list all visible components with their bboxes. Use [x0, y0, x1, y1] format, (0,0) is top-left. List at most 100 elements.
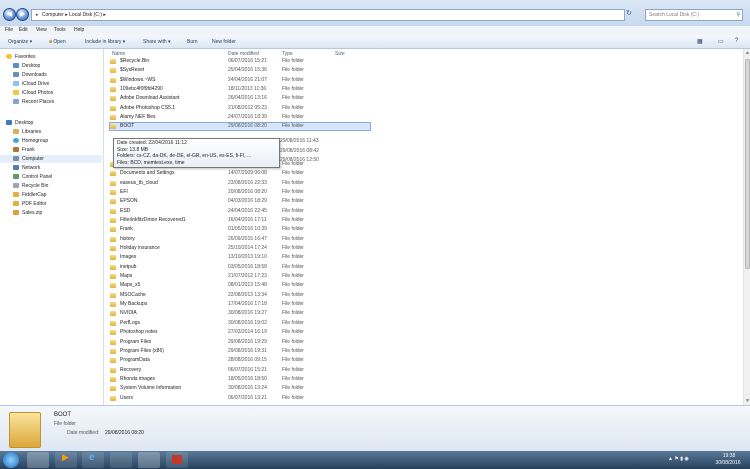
file-type: File folder — [282, 301, 304, 308]
help-icon[interactable]: ? — [735, 38, 738, 44]
forward-button-icon[interactable]: ▶ — [16, 8, 29, 21]
file-row[interactable]: EPSON 04/03/2016 18:29 File folder — [110, 198, 370, 205]
column-header-type[interactable]: Type — [282, 51, 293, 57]
tooltip-files: Files: BCD, memtest.exe, time — [117, 159, 185, 166]
refresh-icon[interactable]: ↻ — [626, 9, 634, 19]
nav-control-panel[interactable]: Control Panel — [13, 173, 52, 181]
file-row[interactable]: Recovery 06/07/2016 15:21 File folder — [110, 367, 370, 374]
nav-recycle-bin[interactable]: Recycle Bin — [13, 182, 48, 190]
burn-button[interactable]: Burn — [187, 39, 198, 45]
file-row[interactable]: NVIDIA 30/08/2016 19:27 File folder — [110, 310, 370, 317]
start-button-icon[interactable] — [3, 452, 19, 468]
file-row[interactable]: easeus_tb_cloud 23/08/2016 22:33 File fold… — [110, 180, 370, 187]
file-row[interactable]: history 26/09/2015 16:47 File folder — [110, 236, 370, 243]
clock-date[interactable]: 30/08/2016 — [712, 460, 744, 466]
scroll-up-icon[interactable]: ▲ — [745, 50, 750, 56]
file-row[interactable]: $Recycle.Bin 06/07/2016 15:21 File folder — [110, 58, 370, 65]
file-row[interactable]: $Windows.~WS 24/04/2016 21:07 File folder — [110, 77, 370, 84]
file-row[interactable]: Users 06/07/2016 13:21 File folder — [110, 395, 370, 402]
file-date: 20/08/2016 08:20 — [228, 188, 267, 195]
file-row[interactable]: $SysReset 25/04/2016 15:36 File folder — [110, 67, 370, 74]
tray-icons[interactable]: ▲ ⚑ ▮ ◉ — [668, 456, 689, 462]
taskbar-ie-icon[interactable]: e — [82, 452, 104, 468]
folder-icon — [110, 115, 116, 121]
menu-file[interactable]: File — [5, 27, 13, 33]
folder-icon — [13, 192, 19, 197]
taskbar-media-player-icon[interactable]: ▶ — [55, 452, 77, 468]
file-row[interactable]: Images 13/10/2013 19:10 File folder — [110, 254, 370, 261]
search-icon[interactable]: ⚲ — [736, 10, 740, 20]
file-row[interactable]: Alamy NEF files 24/07/2016 18:39 File fold… — [110, 114, 370, 121]
file-name: Recovery — [120, 366, 142, 373]
nav-homegroup[interactable]: Homegroup — [13, 137, 48, 145]
file-row[interactable]: Program Files (x86) 29/08/2016 19:31 File … — [110, 348, 370, 355]
nav-libraries[interactable]: Libraries — [13, 128, 41, 136]
file-row[interactable]: 109ebc4f0f9fd4290 18/11/2013 11:36 File fo… — [110, 86, 370, 93]
file-name: history — [120, 235, 135, 242]
file-row[interactable]: Photoshop notes 27/03/2014 16:19 File fold… — [110, 329, 370, 336]
scrollbar-thumb[interactable] — [745, 59, 750, 269]
preview-pane-icon[interactable]: ▭ — [718, 38, 724, 45]
menu-view[interactable]: View — [36, 27, 47, 33]
file-row[interactable]: Program Files 29/08/2016 19:29 File folder — [110, 339, 370, 346]
nav-desktop-fav[interactable]: Desktop — [13, 62, 40, 70]
file-row[interactable]: BOOT 29/08/2016 08:20 File folder — [109, 122, 371, 132]
scroll-down-icon[interactable]: ▼ — [745, 398, 750, 404]
column-header-size[interactable]: Size — [335, 51, 345, 57]
file-row[interactable]: ESD 24/04/2016 22:45 File folder — [110, 208, 370, 215]
open-button[interactable]: ■ Open — [49, 39, 66, 45]
search-input[interactable]: Search Local Disk (C:) ⚲ — [645, 9, 743, 21]
nav-sales-zip[interactable]: Sales.zip — [13, 209, 42, 217]
organize-button[interactable]: Organize ▾ — [8, 39, 32, 45]
nav-fiddlercap[interactable]: FiddlerCap — [13, 191, 46, 199]
file-row[interactable]: Adobe Photoshop CS5.1 21/08/2012 05:23 Fil… — [110, 105, 370, 112]
vertical-scrollbar[interactable]: ▲ ▼ — [743, 49, 750, 405]
include-in-library-button[interactable]: Include in library ▾ — [85, 39, 125, 45]
nav-computer[interactable]: Computer — [0, 155, 102, 163]
file-row[interactable]: EFI 20/08/2016 08:20 File folder — [110, 189, 370, 196]
nav-desktop[interactable]: Desktop — [6, 119, 33, 127]
nav-network[interactable]: Network — [13, 164, 40, 172]
file-row[interactable]: Holiday insurance 25/10/2014 17:24 File fo… — [110, 245, 370, 252]
share-with-button[interactable]: Share with ▾ — [143, 39, 171, 45]
taskbar-red-app-icon[interactable] — [166, 452, 188, 468]
nav-icloud-drive[interactable]: iCloud Drive — [13, 80, 49, 88]
file-row[interactable]: MSOCache 22/08/2013 13:34 File folder — [110, 292, 370, 299]
file-row[interactable]: PerfLogs 30/08/2016 19:02 File folder — [110, 320, 370, 327]
file-row[interactable]: FilterlnkfitzDmon Recovered1 16/04/2016 1… — [110, 217, 370, 224]
taskbar-folder-icon[interactable] — [138, 452, 160, 468]
breadcrumb-local-disk[interactable]: Local Disk (C:) — [69, 12, 102, 18]
nav-recent-places[interactable]: Recent Places — [13, 98, 54, 106]
view-options-icon[interactable]: ▦ — [697, 38, 703, 45]
file-row[interactable]: Frank 01/05/2016 10:39 File folder — [110, 226, 370, 233]
folder-info-tooltip: Date created: 22/04/2016 11:12 Size: 13.… — [113, 138, 280, 168]
taskbar-app-icon[interactable] — [110, 452, 132, 468]
column-header-date[interactable]: Date modified — [228, 51, 259, 57]
file-date: 17/04/2016 17:18 — [228, 301, 267, 308]
menu-tools[interactable]: Tools — [54, 27, 66, 33]
new-folder-button[interactable]: New folder — [212, 39, 236, 45]
nav-pdf-editor[interactable]: PDF Editor — [13, 200, 46, 208]
clock-time[interactable]: 19:38 — [716, 453, 742, 459]
file-row[interactable]: My Backups 17/04/2016 17:18 File folder — [110, 301, 370, 308]
nav-favorites[interactable]: Favorites — [6, 53, 36, 61]
back-button-icon[interactable]: ◀ — [3, 8, 16, 21]
taskbar-explorer-icon[interactable] — [27, 452, 49, 468]
file-row[interactable]: Adobe Download Assistant 26/04/2016 13:16… — [110, 95, 370, 102]
file-date: 28/08/2016 09:15 — [228, 357, 267, 364]
nav-frank[interactable]: Frank — [13, 146, 35, 154]
nav-icloud-photos[interactable]: iCloud Photos — [13, 89, 53, 97]
address-field[interactable]: ▸ Computer ▸ Local Disk (C:) ▸ — [31, 9, 625, 21]
column-header-name[interactable]: Name — [112, 51, 125, 57]
file-row[interactable]: inetpub 03/05/2016 18:58 File folder — [110, 264, 370, 271]
breadcrumb-computer[interactable]: Computer — [42, 12, 64, 18]
file-row[interactable]: Maps 21/07/2012 17:23 File folder — [110, 273, 370, 280]
file-row[interactable]: Rhonda images 18/05/2016 18:50 File folder — [110, 376, 370, 383]
nav-downloads[interactable]: Downloads — [13, 71, 47, 79]
file-row[interactable]: System Volume Information 30/08/2016 13:2… — [110, 385, 370, 392]
menu-edit[interactable]: Edit — [19, 27, 28, 33]
file-row[interactable]: Documents and Settings 14/07/2009 06:08 Fi… — [110, 170, 370, 177]
menu-help[interactable]: Help — [74, 27, 84, 33]
file-row[interactable]: Maps_x5 08/01/2013 15:48 File folder — [110, 282, 370, 289]
file-row[interactable]: ProgramData 28/08/2016 09:15 File folder — [110, 357, 370, 364]
